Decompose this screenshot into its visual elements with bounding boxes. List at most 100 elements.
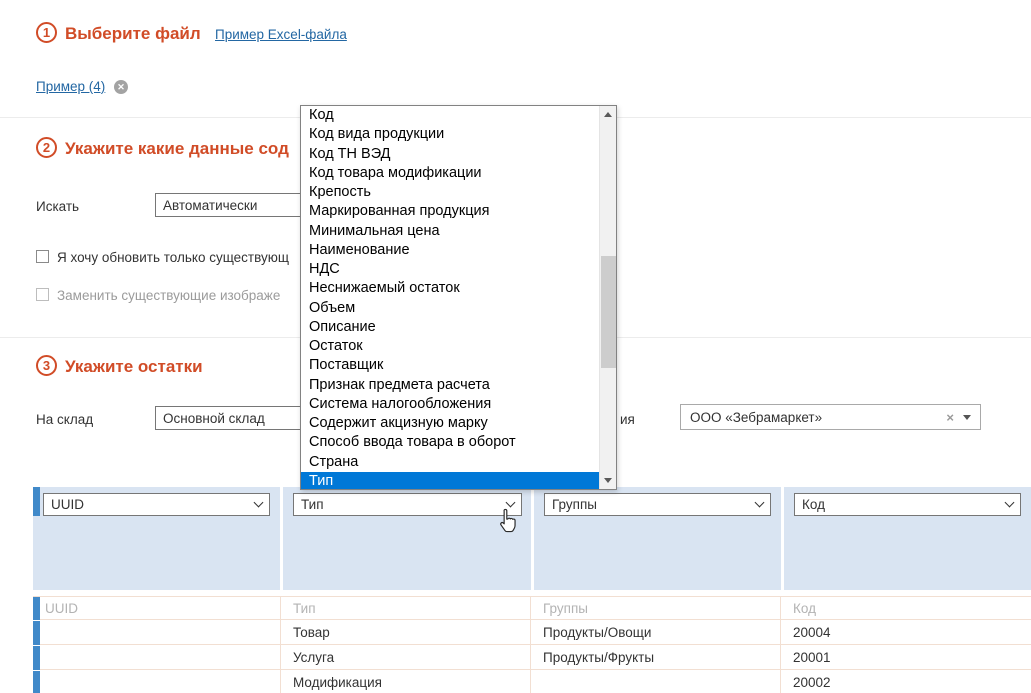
dropdown-item[interactable]: Маркированная продукция <box>301 202 599 221</box>
step2-number-badge: 2 <box>36 137 57 158</box>
row-marker <box>33 671 40 693</box>
table-header-code: Код <box>781 597 1031 619</box>
cell-groups <box>531 670 781 693</box>
column-divider <box>280 670 281 693</box>
cell-uuid <box>33 620 280 644</box>
table-row: Товар Продукты/Овощи 20004 <box>33 620 1031 645</box>
column-divider <box>280 645 281 669</box>
cell-type: Модификация <box>281 670 531 693</box>
replace-images-label: Заменить существующие изображе <box>57 288 280 303</box>
mapping-select-type-value: Тип <box>301 497 324 512</box>
scrollbar-thumb[interactable] <box>601 256 616 368</box>
scroll-down-icon <box>604 478 612 483</box>
dropdown-item[interactable]: Описание <box>301 318 599 337</box>
cell-type: Товар <box>281 620 531 644</box>
table-header-type: Тип <box>281 597 531 619</box>
column-divider <box>280 597 281 619</box>
table-row: Услуга Продукты/Фрукты 20001 <box>33 645 1031 670</box>
table-header-row: UUID Тип Группы Код <box>33 596 1031 620</box>
remove-file-icon[interactable]: ✕ <box>114 80 128 94</box>
row-marker <box>33 621 40 645</box>
warehouse-label: На склад <box>36 412 93 427</box>
step3-title: Укажите остатки <box>65 357 203 377</box>
column-divider <box>780 620 781 644</box>
column-divider <box>780 670 781 693</box>
table-header-groups: Группы <box>531 597 781 619</box>
column-divider <box>780 597 781 619</box>
chevron-down-icon <box>755 498 765 508</box>
table-row: Модификация 20002 <box>33 670 1031 693</box>
search-label: Искать <box>36 199 79 214</box>
mapping-select-code-value: Код <box>802 497 825 512</box>
mapping-select-uuid[interactable]: UUID <box>43 493 270 516</box>
row-marker <box>33 597 40 620</box>
scroll-up-icon <box>604 112 612 117</box>
cell-code: 20004 <box>781 620 1031 644</box>
update-existing-checkbox[interactable] <box>36 250 49 263</box>
scroll-down-button[interactable] <box>600 472 616 489</box>
step2-title: Укажите какие данные сод <box>65 139 289 159</box>
step1-number-badge: 1 <box>36 22 57 43</box>
cell-uuid <box>33 645 280 669</box>
import-wizard-page: 1 Выберите файл Пример Excel-файла Приме… <box>0 0 1031 693</box>
mapping-select-groups-value: Группы <box>552 497 597 512</box>
replace-images-checkbox[interactable] <box>36 288 49 301</box>
dropdown-options: Код Код вида продукции Код ТН ВЭД Код то… <box>301 106 599 489</box>
dropdown-item[interactable]: Признак предмета расчета <box>301 376 599 395</box>
chevron-down-icon <box>1005 498 1015 508</box>
column-divider <box>530 620 531 644</box>
dropdown-item[interactable]: Код <box>301 106 599 125</box>
dropdown-item[interactable]: Неснижаемый остаток <box>301 279 599 298</box>
organization-label-fragment: ия <box>620 412 635 427</box>
column-type-dropdown-list: Код Код вида продукции Код ТН ВЭД Код то… <box>300 105 617 490</box>
dropdown-item[interactable]: НДС <box>301 260 599 279</box>
organization-combobox[interactable]: ООО «Зебрамаркет» × <box>680 404 981 430</box>
dropdown-item[interactable]: Объем <box>301 299 599 318</box>
update-existing-label: Я хочу обновить только существующ <box>57 250 289 265</box>
dropdown-item[interactable]: Страна <box>301 453 599 472</box>
mapping-select-uuid-value: UUID <box>51 497 84 512</box>
dropdown-item[interactable]: Минимальная цена <box>301 222 599 241</box>
step1-title: Выберите файл <box>65 24 201 44</box>
cell-groups: Продукты/Фрукты <box>531 645 781 669</box>
mapping-select-type[interactable]: Тип <box>293 493 522 516</box>
column-divider <box>530 670 531 693</box>
dropdown-item[interactable]: Поставщик <box>301 356 599 375</box>
column-divider <box>530 645 531 669</box>
dropdown-item[interactable]: Крепость <box>301 183 599 202</box>
dropdown-item[interactable]: Способ ввода товара в оборот <box>301 433 599 452</box>
dropdown-item[interactable]: Код ТН ВЭД <box>301 145 599 164</box>
dropdown-item[interactable]: Код вида продукции <box>301 125 599 144</box>
table-header-uuid: UUID <box>33 597 280 619</box>
column-divider <box>780 645 781 669</box>
warehouse-value: Основной склад <box>163 411 265 426</box>
dropdown-item[interactable]: Наименование <box>301 241 599 260</box>
column-divider <box>280 620 281 644</box>
chevron-down-icon <box>506 498 516 508</box>
row-marker <box>33 487 40 516</box>
cell-code: 20001 <box>781 645 1031 669</box>
caret-down-icon <box>963 415 971 420</box>
column-divider <box>530 597 531 619</box>
dropdown-scrollbar[interactable] <box>599 106 616 489</box>
dropdown-item[interactable]: Остаток <box>301 337 599 356</box>
organization-value: ООО «Зебрамаркет» <box>690 410 940 425</box>
scroll-up-button[interactable] <box>600 106 616 123</box>
dropdown-item[interactable]: Система налогообложения <box>301 395 599 414</box>
search-mode-value: Автоматически <box>163 198 257 213</box>
example-excel-link[interactable]: Пример Excel-файла <box>215 27 347 42</box>
dropdown-item[interactable]: Содержит акцизную марку <box>301 414 599 433</box>
uploaded-sample-file-link[interactable]: Пример (4) <box>36 79 105 94</box>
mapping-select-groups[interactable]: Группы <box>544 493 771 516</box>
cell-type: Услуга <box>281 645 531 669</box>
step3-number-badge: 3 <box>36 355 57 376</box>
dropdown-item-selected[interactable]: Тип <box>301 472 599 489</box>
row-marker <box>33 646 40 670</box>
mapping-select-code[interactable]: Код <box>794 493 1021 516</box>
cell-uuid <box>33 670 280 693</box>
clear-organization-icon[interactable]: × <box>946 410 954 425</box>
dropdown-item[interactable]: Код товара модификации <box>301 164 599 183</box>
cell-code: 20002 <box>781 670 1031 693</box>
chevron-down-icon <box>254 498 264 508</box>
cell-groups: Продукты/Овощи <box>531 620 781 644</box>
